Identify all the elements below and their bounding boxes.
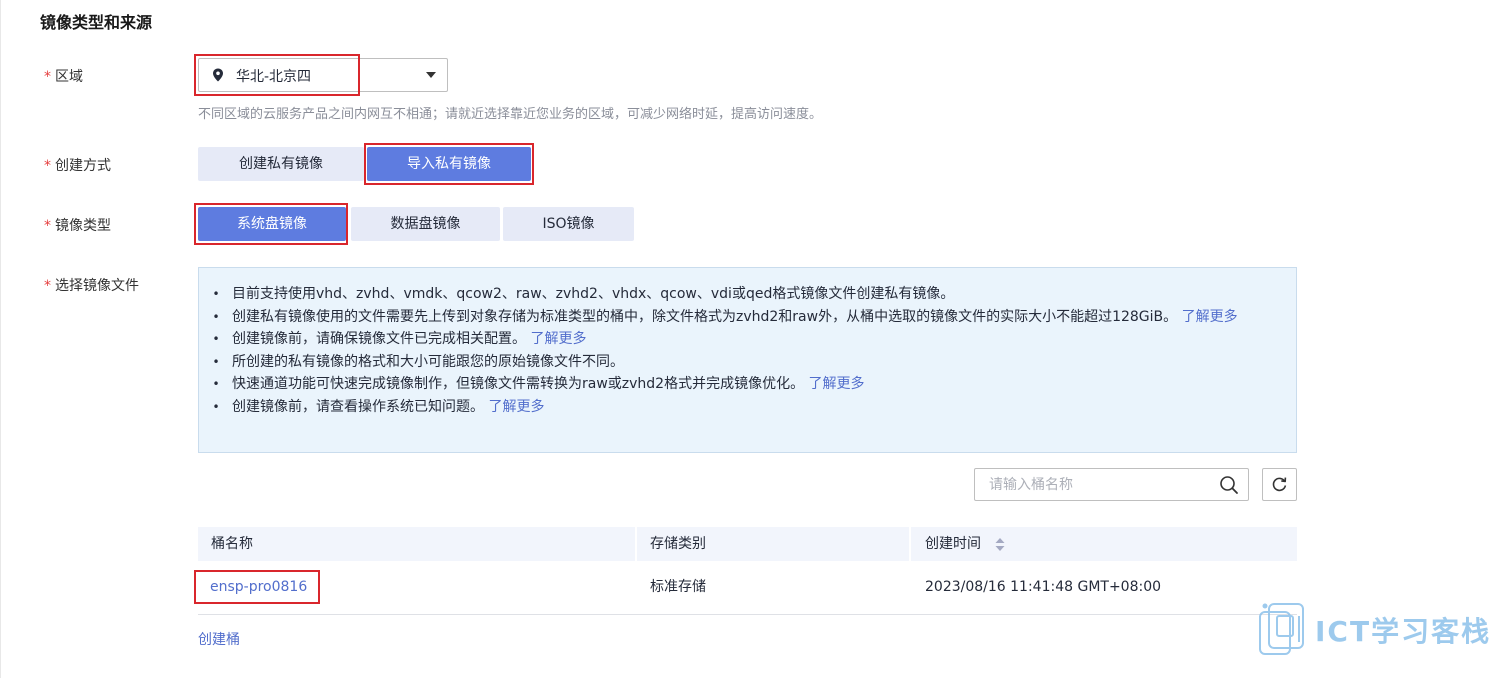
column-storage-class: 存储类别 [650, 536, 706, 552]
learn-more-link[interactable]: 了解更多 [488, 399, 544, 415]
bucket-search-input[interactable] [976, 470, 1219, 499]
search-icon[interactable] [1219, 475, 1239, 495]
image-file-label: * 选择镜像文件 [44, 275, 139, 295]
info-item: • 快速通道功能可快速完成镜像制作，但镜像文件需转换为raw或zvhd2格式并完成… [212, 376, 865, 392]
watermark-text: ICT学习客栈 [1315, 615, 1491, 648]
caret-down-icon [426, 72, 436, 78]
required-mark: * [44, 218, 51, 234]
creation-method-label: * 创建方式 [44, 155, 111, 175]
learn-more-link[interactable]: 了解更多 [809, 376, 865, 392]
region-select[interactable]: 华北-北京四 [198, 58, 448, 92]
region-hint: 不同区域的云服务产品之间内网互不相通；请就近选择靠近您业务的区域，可减少网络时延… [198, 107, 823, 122]
info-list: • 目前支持使用vhd、zvhd、vmdk、qcow2、raw、zvhd2、vhd… [212, 283, 1262, 418]
info-item-text: 所创建的私有镜像的格式和大小可能跟您的原始镜像文件不同。 [232, 353, 624, 370]
image-type-label-text: 镜像类型 [55, 218, 111, 234]
column-bucket-name: 桶名称 [211, 536, 253, 552]
creation-method-label-text: 创建方式 [55, 158, 111, 174]
info-item-text: 创建镜像前，请查看操作系统已知问题。 [232, 398, 489, 415]
watermark: ICT学习客栈 [1259, 602, 1489, 660]
bucket-table-header: 桶名称 存储类别 创建时间 [198, 527, 1297, 561]
column-created-time[interactable]: 创建时间 [925, 527, 981, 561]
info-item-text: 创建镜像前，请确保镜像文件已完成相关配置。 [232, 331, 531, 347]
info-item-text: 创建私有镜像使用的文件需要先上传到对象存储为标准类型的桶中，除文件格式为zvhd… [232, 308, 1182, 325]
image-type-label: * 镜像类型 [44, 215, 111, 235]
bucket-name-link[interactable]: ensp-pro0816 [210, 579, 307, 595]
region-label: * 区域 [44, 66, 83, 86]
info-item-text: 快速通道功能可快速完成镜像制作，但镜像文件需转换为raw或zvhd2格式并完成镜… [232, 376, 809, 392]
region-value: 华北-北京四 [236, 69, 312, 85]
sort-icon[interactable] [995, 537, 1005, 552]
system-disk-image-button[interactable]: 系统盘镜像 [198, 207, 346, 241]
create-bucket-link[interactable]: 创建桶 [198, 629, 240, 649]
required-mark: * [44, 69, 51, 85]
info-item: • 创建镜像前，请查看操作系统已知问题。 了解更多 [212, 398, 545, 415]
storage-class-cell: 标准存储 [650, 579, 706, 595]
learn-more-link[interactable]: 了解更多 [530, 331, 586, 347]
required-mark: * [44, 158, 51, 174]
info-item: • 创建私有镜像使用的文件需要先上传到对象存储为标准类型的桶中，除文件格式为zvh… [212, 308, 1238, 325]
info-item: • 目前支持使用vhd、zvhd、vmdk、qcow2、raw、zvhd2、vhd… [212, 286, 955, 302]
watermark-logo-icon [1259, 603, 1304, 655]
image-file-label-text: 选择镜像文件 [55, 278, 139, 294]
info-box: • 目前支持使用vhd、zvhd、vmdk、qcow2、raw、zvhd2、vhd… [198, 267, 1297, 453]
map-pin-icon [213, 68, 223, 82]
import-private-image-button[interactable]: 导入私有镜像 [367, 147, 531, 181]
iso-image-button[interactable]: ISO镜像 [503, 207, 634, 241]
column-divider [635, 527, 637, 561]
region-label-text: 区域 [55, 69, 83, 85]
required-mark: * [44, 278, 51, 294]
table-row[interactable]: ensp-pro0816 标准存储 2023/08/16 11:41:48 GM… [198, 561, 1297, 615]
left-divider [0, 0, 1, 678]
data-disk-image-button[interactable]: 数据盘镜像 [351, 207, 500, 241]
info-item: • 创建镜像前，请确保镜像文件已完成相关配置。 了解更多 [212, 331, 587, 347]
info-item-text: 目前支持使用vhd、zvhd、vmdk、qcow2、raw、zvhd2、vhdx… [232, 286, 955, 302]
learn-more-link[interactable]: 了解更多 [1182, 309, 1238, 325]
refresh-icon [1272, 477, 1287, 492]
create-private-image-button[interactable]: 创建私有镜像 [198, 147, 364, 181]
created-time-cell: 2023/08/16 11:41:48 GMT+08:00 [925, 579, 1162, 595]
info-item: • 所创建的私有镜像的格式和大小可能跟您的原始镜像文件不同。 [212, 353, 624, 370]
column-divider [909, 527, 911, 561]
bucket-search-box [974, 468, 1249, 501]
refresh-button[interactable] [1262, 468, 1297, 501]
section-title: 镜像类型和来源 [40, 13, 153, 32]
